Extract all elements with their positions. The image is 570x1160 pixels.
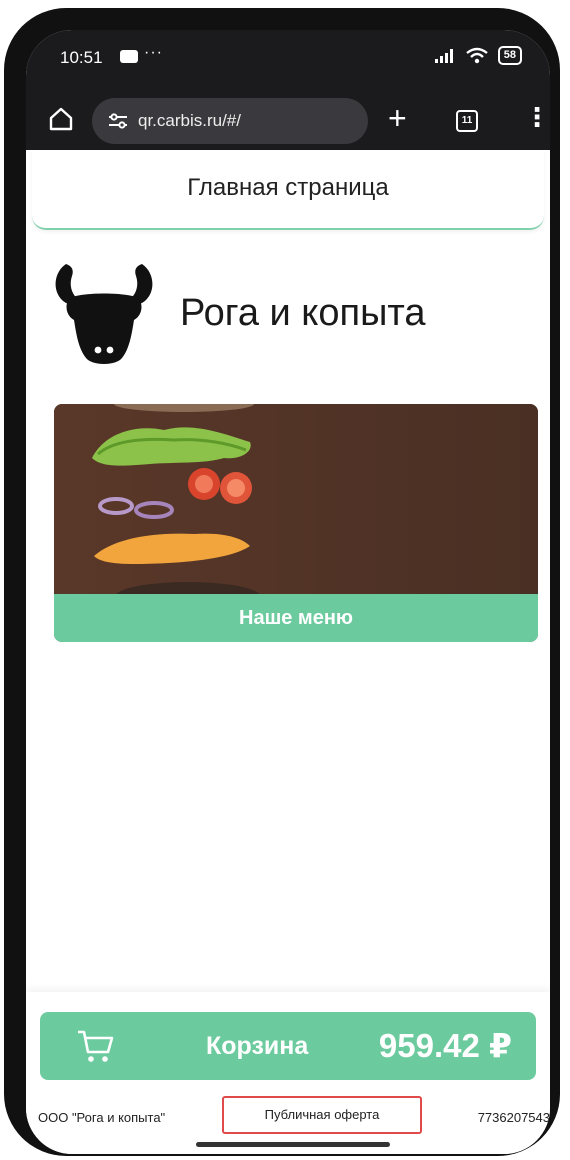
our-menu-button[interactable]: Наше меню <box>54 594 538 642</box>
bottom-panel: Корзина 959.42 ₽ ООО "Рога и копыта" Пуб… <box>26 992 550 1154</box>
site-settings-icon[interactable] <box>108 113 128 129</box>
burger-photo <box>54 404 538 594</box>
page-title: Главная страница <box>32 150 544 230</box>
signal-icon <box>434 48 453 63</box>
footer-company: ООО "Рога и копыта" <box>38 1110 166 1125</box>
battery-icon: 58 <box>497 46 522 65</box>
status-bar: 10:51 ··· 58 <box>26 30 550 90</box>
cart-total: 959.42 ₽ <box>378 1027 512 1064</box>
status-more-notifications: ··· <box>144 44 163 61</box>
cart-label: Корзина <box>206 1032 309 1060</box>
cart-icon <box>78 1030 114 1062</box>
more-icon[interactable]: ⋮ <box>524 102 550 132</box>
status-time: 10:51 <box>60 48 103 67</box>
brand-block: Рога и копыта <box>52 258 532 368</box>
phone-volume-down-button <box>4 338 14 420</box>
footer-inn: 7736207543 <box>477 1110 550 1125</box>
address-bar[interactable]: qr.carbis.ru/#/ <box>92 98 368 144</box>
brand-name: Рога и копыта <box>180 292 426 334</box>
media-notification-icon <box>120 50 138 63</box>
browser-toolbar: qr.carbis.ru/#/ + 11 ⋮ <box>26 90 550 150</box>
wifi-icon <box>466 47 488 63</box>
url-text[interactable]: qr.carbis.ru/#/ <box>138 111 241 131</box>
menu-card[interactable]: Наше меню <box>54 404 538 642</box>
tabs-icon[interactable]: 11 <box>456 110 478 132</box>
bull-logo-icon <box>55 264 153 364</box>
home-icon[interactable] <box>48 106 74 132</box>
public-offer-link[interactable]: Публичная оферта <box>222 1096 422 1134</box>
phone-side-button <box>4 148 14 194</box>
home-indicator[interactable] <box>196 1142 390 1147</box>
status-icons: 58 <box>434 46 522 65</box>
new-tab-button[interactable]: + <box>388 98 407 138</box>
phone-screen: 10:51 ··· 58 qr.carbis.ru/#/ + 11 ⋮ Глав… <box>26 30 550 1154</box>
phone-frame: 10:51 ··· 58 qr.carbis.ru/#/ + 11 ⋮ Глав… <box>4 8 560 1156</box>
cart-button[interactable]: Корзина 959.42 ₽ <box>40 1012 536 1080</box>
phone-volume-up-button <box>4 236 14 316</box>
